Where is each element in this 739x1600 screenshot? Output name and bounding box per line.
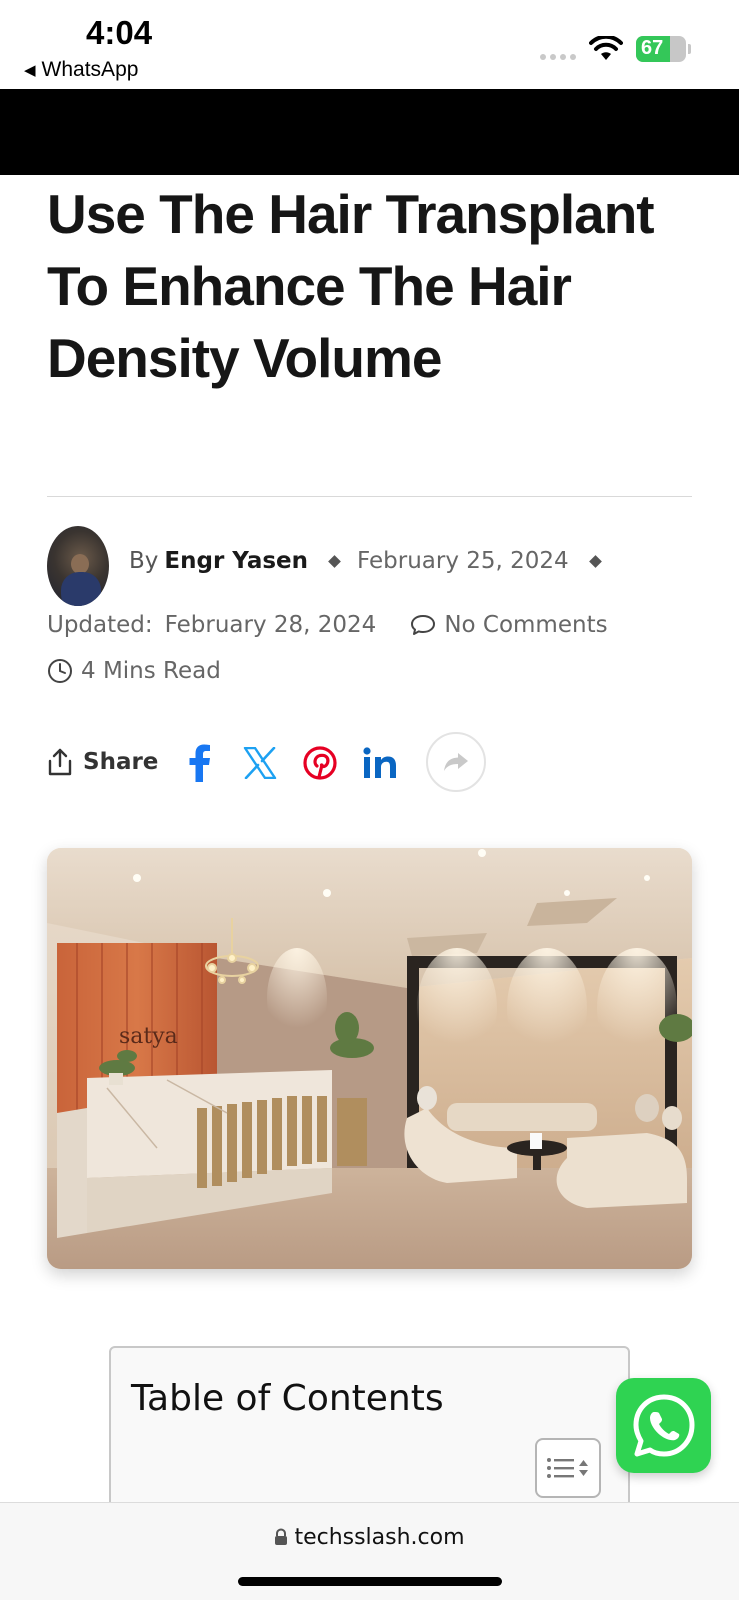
list-toggle-icon xyxy=(547,1458,588,1478)
wifi-icon xyxy=(589,36,623,60)
x-share-button[interactable] xyxy=(232,735,288,791)
browser-address-bar[interactable]: techsslash.com xyxy=(0,1502,739,1600)
author-meta-row: By Engr Yasen February 25, 2024 xyxy=(129,548,618,574)
separator-diamond-icon xyxy=(588,554,602,568)
article-title: Use The Hair Transplant To Enhance The H… xyxy=(47,183,655,389)
by-label: By xyxy=(129,548,159,574)
share-more-icon xyxy=(444,753,468,771)
read-time-row: 4 Mins Read xyxy=(47,658,221,684)
status-time: 4:04 xyxy=(86,14,153,51)
author-avatar[interactable] xyxy=(47,526,109,606)
more-share-button[interactable] xyxy=(426,732,486,792)
x-icon xyxy=(243,747,277,779)
clock-icon xyxy=(48,659,72,683)
share-button[interactable]: Share xyxy=(47,730,158,794)
facebook-icon xyxy=(189,744,210,782)
comments-link[interactable]: No Comments xyxy=(444,612,607,638)
author-link[interactable]: Engr Yasen xyxy=(164,548,308,574)
published-date: February 25, 2024 xyxy=(357,548,569,574)
back-to-app-link[interactable]: ◀ WhatsApp xyxy=(24,58,138,82)
toc-toggle-button[interactable] xyxy=(535,1438,601,1498)
cellular-signal-icon xyxy=(540,54,576,60)
lock-icon xyxy=(275,1528,288,1545)
linkedin-icon xyxy=(363,747,396,778)
separator-diamond-icon xyxy=(328,554,341,568)
status-bar: 4:04 ◀ WhatsApp 67 xyxy=(0,0,739,89)
pinterest-icon xyxy=(303,746,337,780)
share-label: Share xyxy=(83,749,159,775)
title-divider xyxy=(47,496,692,497)
battery-nub xyxy=(688,44,691,54)
home-indicator[interactable] xyxy=(238,1577,502,1586)
battery-icon: 67 xyxy=(636,36,686,62)
read-time: 4 Mins Read xyxy=(81,658,221,684)
whatsapp-float-button[interactable] xyxy=(616,1378,711,1473)
comment-icon xyxy=(411,615,436,635)
article-hero-image: satya xyxy=(47,848,692,1269)
header-black-band xyxy=(0,89,739,175)
linkedin-share-button[interactable] xyxy=(352,735,408,791)
hero-brand-text: satya xyxy=(119,1024,178,1049)
back-app-label: WhatsApp xyxy=(41,58,139,81)
battery-level: 67 xyxy=(641,37,664,59)
updated-date: February 28, 2024 xyxy=(164,612,377,638)
toc-title: Table of Contents xyxy=(131,1378,444,1419)
whatsapp-icon xyxy=(633,1394,694,1456)
updated-label: Updated: xyxy=(47,612,153,638)
url-display[interactable]: techsslash.com xyxy=(0,1525,739,1550)
pinterest-share-button[interactable] xyxy=(292,735,348,791)
url-text: techsslash.com xyxy=(294,1525,465,1550)
share-upload-icon xyxy=(48,748,72,776)
updated-meta-row: Updated: February 28, 2024 No Comments xyxy=(47,612,608,638)
back-triangle-icon: ◀ xyxy=(24,62,36,79)
facebook-share-button[interactable] xyxy=(172,735,228,791)
